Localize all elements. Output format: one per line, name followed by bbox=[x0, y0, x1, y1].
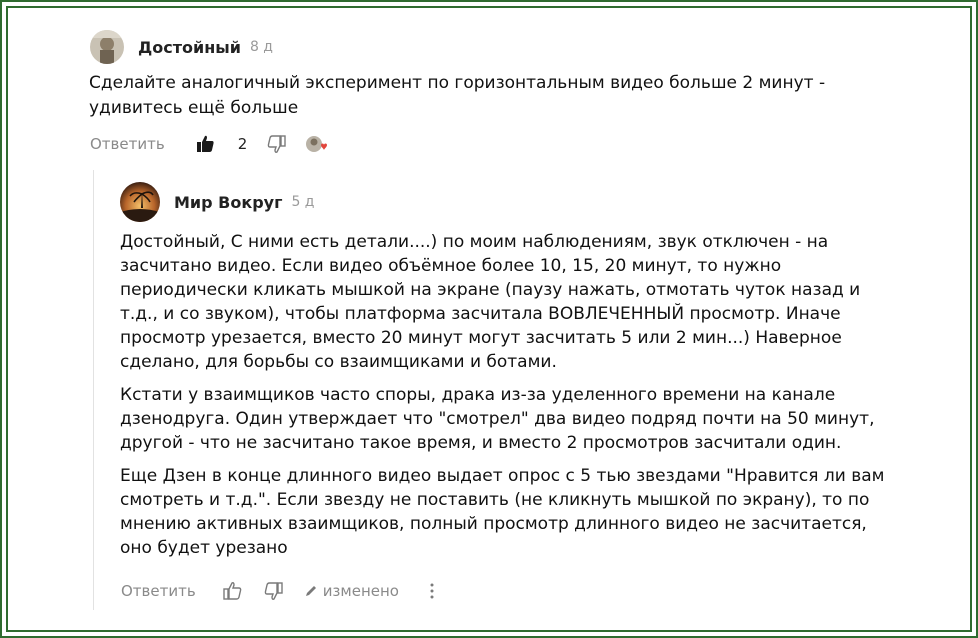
thumb-down-icon[interactable] bbox=[267, 134, 287, 154]
reply-button[interactable]: Ответить bbox=[121, 582, 196, 600]
reaction-avatar-heart-icon[interactable] bbox=[305, 134, 329, 154]
reply-paragraph: Еще Дзен в конце длинного видео выдает о… bbox=[120, 466, 885, 558]
thread-line bbox=[93, 170, 94, 610]
reply-paragraph: Достойный, С ними есть детали....) по мо… bbox=[120, 232, 861, 372]
reply-text: Достойный, С ними есть детали....) по мо… bbox=[120, 230, 890, 569]
author-name[interactable]: Мир Вокруг bbox=[174, 193, 282, 212]
comment-actions: Ответить 2 bbox=[90, 131, 329, 157]
thumb-up-filled-icon[interactable] bbox=[195, 134, 215, 154]
reply-header: Мир Вокруг 5 д bbox=[120, 182, 315, 222]
avatar[interactable] bbox=[120, 182, 160, 222]
avatar[interactable] bbox=[90, 30, 124, 64]
thumb-up-icon[interactable] bbox=[222, 581, 242, 601]
more-vertical-icon[interactable] bbox=[429, 582, 435, 600]
timestamp: 8 д bbox=[249, 39, 273, 55]
pencil-icon bbox=[304, 584, 318, 598]
reply-button[interactable]: Ответить bbox=[90, 135, 165, 153]
timestamp: 5 д bbox=[291, 194, 315, 210]
comment-text: Сделайте аналогичный эксперимент по гори… bbox=[89, 73, 826, 118]
reply-actions: Ответить изменено bbox=[121, 578, 435, 604]
edited-label: изменено bbox=[322, 582, 399, 600]
comment-header: Достойный 8 д bbox=[90, 30, 273, 64]
thumb-down-icon[interactable] bbox=[264, 581, 284, 601]
like-count: 2 bbox=[237, 135, 248, 153]
reply-paragraph: Кстати у взаимщиков часто споры, драка и… bbox=[120, 385, 875, 453]
author-name[interactable]: Достойный bbox=[138, 38, 241, 57]
